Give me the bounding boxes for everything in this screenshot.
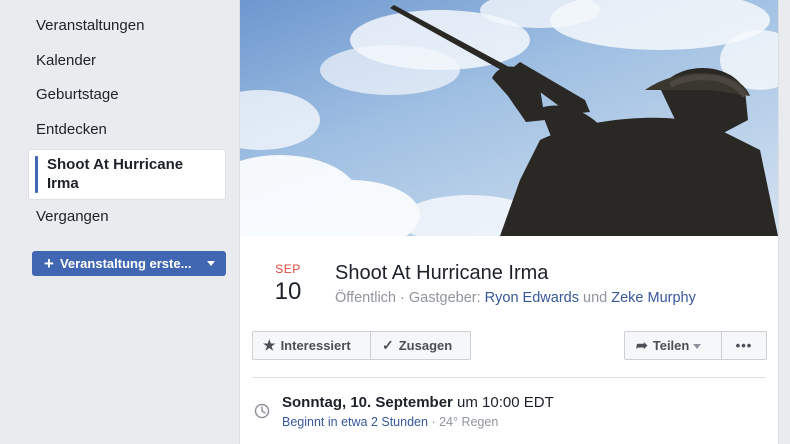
event-card: SEP 10 Shoot At Hurricane Irma Öffentlic… (239, 0, 779, 444)
event-month: SEP (275, 262, 301, 276)
event-datetime-sub: Beginnt in etwa 2 Stunden · 24° Regen (282, 415, 498, 429)
star-icon: ★ (263, 337, 276, 353)
more-dots-icon: ••• (735, 338, 753, 353)
divider (252, 377, 766, 378)
event-datetime: Sonntag, 10. September um 10:00 EDT (282, 394, 554, 411)
starts-in-link[interactable]: Beginnt in etwa 2 Stunden (282, 415, 428, 429)
plus-icon: + (44, 254, 54, 273)
event-day-date: Sonntag, 10. September (282, 394, 453, 411)
create-event-label: Veranstaltung erste... (59, 256, 192, 271)
going-label: Zusagen (398, 338, 453, 353)
sidebar-item-vergangen[interactable]: Vergangen (28, 200, 228, 235)
going-button[interactable]: ✓ Zusagen (370, 331, 471, 360)
event-time: um 10:00 EDT (457, 394, 554, 411)
create-event-button[interactable]: + Veranstaltung erste... (32, 251, 226, 276)
weather-info: · 24° Regen (431, 415, 499, 429)
sidebar-item-veranstaltungen[interactable]: Veranstaltungen (28, 9, 228, 44)
host-prefix: Gastgeber: (408, 290, 481, 306)
interested-button[interactable]: ★ Interessiert (252, 331, 371, 360)
sidebar-item-geburtstage[interactable]: Geburtstage (28, 78, 228, 113)
sidebar-item-kalender[interactable]: Kalender (28, 44, 228, 79)
clock-icon (254, 403, 270, 419)
sidebar-item-label: Shoot At Hurricane Irma (47, 155, 184, 192)
share-button[interactable]: ➦ Teilen (624, 331, 722, 360)
host-link-2[interactable]: Zeke Murphy (611, 290, 696, 306)
share-label: Teilen (652, 338, 690, 353)
more-options-button[interactable]: ••• (721, 331, 767, 360)
cover-image (240, 0, 778, 236)
host-connector: und (583, 290, 608, 306)
event-privacy[interactable]: Öffentlich (335, 290, 396, 306)
interested-label: Interessiert (280, 338, 351, 353)
event-cover-photo[interactable] (240, 0, 778, 236)
event-title: Shoot At Hurricane Irma (335, 262, 549, 284)
left-sidebar: Veranstaltungen Kalender Geburtstage Ent… (28, 0, 228, 276)
sidebar-item-entdecken[interactable]: Entdecken (28, 113, 228, 148)
event-date-badge: SEP 10 (258, 262, 318, 306)
host-link-1[interactable]: Ryon Edwards (485, 290, 579, 306)
check-icon: ✓ (382, 337, 394, 353)
share-arrow-icon: ➦ (636, 337, 648, 353)
chevron-down-icon[interactable] (207, 261, 215, 266)
sidebar-item-current-event[interactable]: Shoot At Hurricane Irma (28, 148, 226, 200)
chevron-down-icon (693, 344, 702, 349)
event-meta: Öffentlich · Gastgeber: Ryon Edwards und… (335, 290, 696, 306)
event-day: 10 (274, 278, 302, 305)
